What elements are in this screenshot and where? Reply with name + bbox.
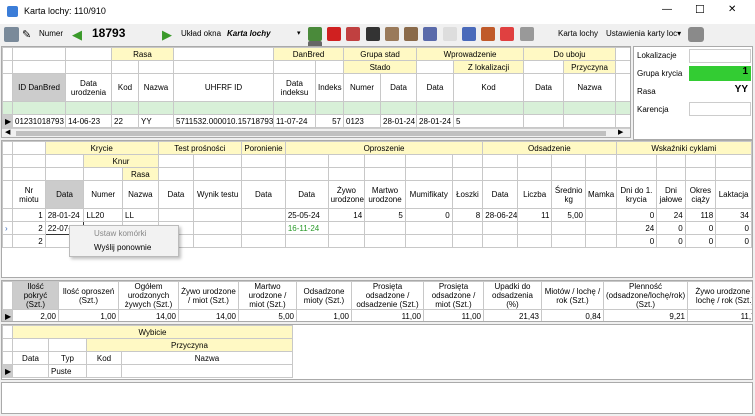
maximize-button[interactable]: ☐ — [695, 3, 705, 16]
link-icon[interactable] — [500, 27, 515, 41]
grupa-label: Grupa krycia — [637, 69, 683, 78]
col-indeks[interactable]: Indeks — [314, 73, 345, 102]
z-lokalizacji-group: Z lokalizacji — [453, 60, 525, 74]
menu-item-wyslij-ponownie[interactable]: Wyślij ponownie — [70, 241, 178, 256]
action-icons — [308, 27, 553, 55]
row-pointer-icon: › — [2, 221, 14, 235]
right-panel: Lokalizacje Grupa krycia 1 Rasa YY Karen… — [633, 46, 753, 140]
stado-group: Stado — [343, 60, 418, 74]
scroll-right-icon[interactable]: ▶ — [618, 128, 623, 136]
mamka-checkbox[interactable] — [585, 221, 617, 235]
do-uboju-group: Do uboju — [523, 47, 617, 61]
chart-icon[interactable] — [461, 27, 476, 41]
layout-dropdown-icon[interactable]: ▾ — [297, 29, 301, 37]
col-wpr-kod[interactable]: Kod — [453, 73, 525, 102]
przyczyna-group: Przyczyna — [86, 338, 293, 352]
karencja-label: Karencja — [637, 105, 669, 114]
layout-select[interactable]: Karta lochy — [227, 29, 271, 38]
culling-grid: Wybicie Przyczyna Data Typ Kod Nazwa ▶ P… — [1, 324, 753, 380]
karencja-field[interactable] — [689, 102, 751, 116]
grupa-field[interactable]: 1 — [689, 66, 751, 81]
prev-arrow-icon[interactable]: ◀ — [72, 27, 82, 43]
tools-icon[interactable] — [4, 27, 19, 42]
edit-icon[interactable] — [384, 27, 399, 41]
next-arrow-icon[interactable]: ▶ — [162, 27, 172, 43]
col-stado-data[interactable]: Data — [380, 73, 418, 102]
odsadzenie-group: Odsadzenie — [482, 141, 617, 155]
col-ubo-data[interactable]: Data — [523, 73, 565, 102]
col-wpr-data[interactable]: Data — [416, 73, 455, 102]
menu-item-ustaw-komorki[interactable]: Ustaw komórki — [70, 226, 178, 241]
row-pointer-icon: ▶ — [2, 309, 13, 321]
printer-icon[interactable] — [688, 27, 704, 42]
col-kod[interactable]: Kod — [111, 73, 139, 102]
rasa-field[interactable]: YY — [689, 84, 751, 99]
row-pointer-icon: ▶ — [2, 114, 13, 128]
title-bar: Karta lochy: 110/910 — ☐ ✕ — [0, 0, 755, 24]
rasa-group: Rasa — [111, 47, 174, 61]
minimize-button[interactable]: — — [662, 4, 672, 15]
oproszenie-group: Oproszenie — [284, 141, 484, 155]
poronienie-group: Poronienie — [241, 141, 286, 155]
grupa-stad-group: Grupa stad — [343, 47, 418, 61]
knur-rasa-group: Rasa — [122, 167, 159, 181]
col-data-urodzenia[interactable]: Data urodzenia — [65, 73, 112, 102]
save-icon[interactable] — [308, 27, 322, 41]
table-row[interactable]: ▶ 2,00 1,00 14,00 14,00 5,00 1,00 11,00 … — [2, 309, 752, 321]
krycie-group: Krycie — [44, 141, 159, 155]
delete-icon[interactable] — [327, 27, 342, 41]
context-menu: Ustaw komórki Wyślij ponownie — [69, 225, 179, 257]
wskazniki-group: Wskaźniki cyklami — [615, 141, 752, 155]
list-icon[interactable] — [519, 27, 534, 41]
toolbar: ✎ Numer ◀ 18793 ▶ Układ okna Karta lochy… — [0, 24, 755, 55]
table-row[interactable]: ▶ Puste — [2, 364, 293, 378]
mamka-checkbox[interactable] — [585, 234, 617, 248]
table-row[interactable]: ▶ 01231018793 14-06-23 22 YY 5711532.000… — [2, 114, 630, 128]
scroll-left-icon[interactable]: ◀ — [5, 128, 10, 136]
col-numer[interactable]: Numer — [343, 73, 382, 102]
notes-area[interactable] — [1, 382, 753, 414]
app-icon — [7, 6, 18, 17]
books-icon[interactable] — [481, 27, 496, 41]
knur-group: Knur — [83, 154, 159, 168]
settings-button[interactable]: Ustawienia karty loc▾ — [606, 29, 681, 38]
col-id-danbred[interactable]: ID DanBred — [12, 73, 66, 102]
danbred-group: DanBred — [272, 47, 345, 61]
table-row[interactable]: 1 28-01-24 LL20 LL 25-05-24 14 5 0 8 28-… — [2, 208, 752, 222]
top-grid: Rasa DanBred Grupa stad Wprowadzenie Do … — [1, 46, 631, 138]
karta-lochy-button[interactable]: Karta lochy — [558, 29, 598, 38]
mamka-checkbox[interactable] — [585, 208, 617, 222]
rasa-label: Rasa — [637, 87, 656, 96]
wrench-icon[interactable]: ✎ — [22, 28, 31, 41]
col-ubo-nazwa[interactable]: Nazwa — [563, 73, 617, 102]
layout-label: Układ okna — [181, 29, 222, 38]
numer-label: Numer — [39, 29, 64, 38]
lokalizacje-label: Lokalizacje — [637, 51, 677, 60]
record-number: 18793 — [92, 26, 126, 40]
close-button[interactable]: ✕ — [728, 4, 736, 15]
notes-icon[interactable] — [404, 27, 419, 41]
col-uhfrf-id[interactable]: UHFRF ID — [173, 73, 274, 102]
pig-icon[interactable] — [365, 27, 380, 41]
test-group: Test prośności — [157, 141, 243, 155]
sup-icon[interactable] — [442, 27, 457, 41]
przyczyna-group: Przyczyna — [563, 60, 617, 74]
horizontal-scrollbar[interactable]: ◀ ▶ — [2, 128, 630, 137]
scroll-thumb[interactable] — [16, 131, 606, 136]
col-data-indeksu[interactable]: Data indeksu — [273, 73, 316, 102]
row-pointer-icon: ▶ — [2, 364, 13, 378]
window-title: Karta lochy: 110/910 — [24, 6, 106, 16]
breeding-grid: Krycie Test prośności Poronienie Oprosze… — [1, 140, 753, 278]
wprowadzenie-group: Wprowadzenie — [416, 47, 525, 61]
syringe-icon[interactable] — [423, 27, 438, 41]
wybicie-group: Wybicie — [12, 325, 293, 339]
col-nazwa[interactable]: Nazwa — [138, 73, 174, 102]
cut-icon[interactable] — [346, 27, 361, 41]
lokalizacje-field[interactable] — [689, 49, 751, 63]
stats-grid: Ilość pokryć (Szt.) Ilość oproszeń (Szt.… — [1, 280, 753, 322]
